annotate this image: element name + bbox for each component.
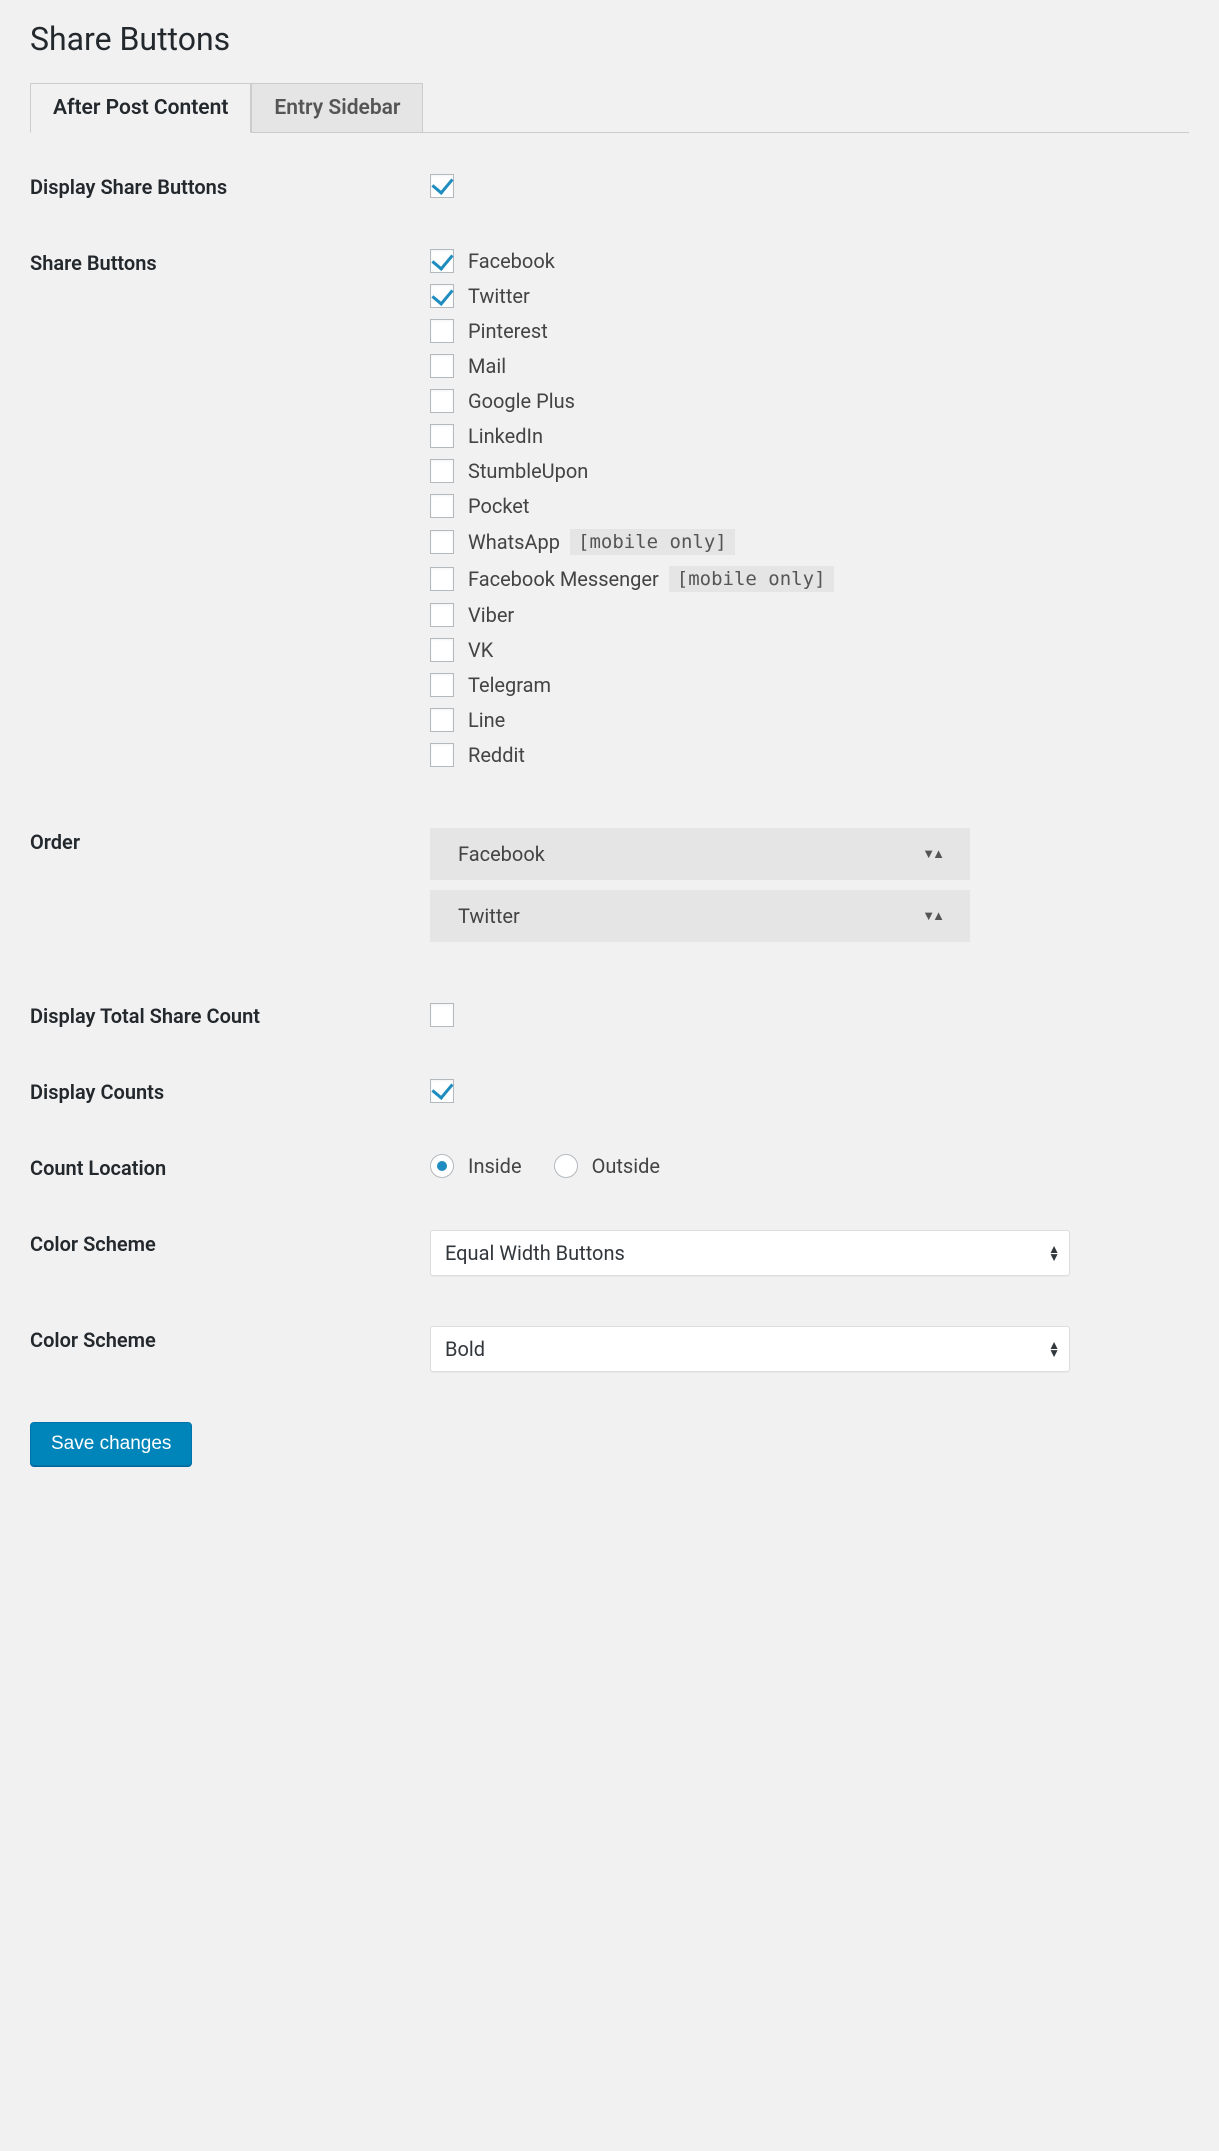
share-button-item: Google Plus (430, 389, 1189, 413)
tabs: After Post Content Entry Sidebar (30, 83, 1189, 133)
share-button-item: Facebook (430, 249, 1189, 273)
sort-handle-icon[interactable]: ▼▲ (922, 846, 942, 862)
share-button-item: Pinterest (430, 319, 1189, 343)
share-button-label: Facebook Messenger (468, 567, 659, 591)
share-button-item: StumbleUpon (430, 459, 1189, 483)
checkbox-share-pinterest[interactable] (430, 319, 454, 343)
order-item[interactable]: Facebook ▼▲ (430, 828, 970, 880)
checkbox-share-vk[interactable] (430, 638, 454, 662)
order-list: Facebook ▼▲ Twitter ▼▲ (430, 828, 1189, 952)
checkbox-share-telegram[interactable] (430, 673, 454, 697)
checkbox-share-google-plus[interactable] (430, 389, 454, 413)
label-count-location: Count Location (30, 1154, 430, 1180)
radio-outside[interactable] (554, 1154, 578, 1178)
label-display-share-buttons: Display Share Buttons (30, 173, 430, 199)
share-button-item: VK (430, 638, 1189, 662)
share-button-label: Pinterest (468, 319, 548, 343)
share-button-item: Mail (430, 354, 1189, 378)
share-button-label: Telegram (468, 673, 551, 697)
share-button-item: Telegram (430, 673, 1189, 697)
share-button-item: Twitter (430, 284, 1189, 308)
checkbox-share-facebook[interactable] (430, 249, 454, 273)
share-button-label: Viber (468, 603, 514, 627)
share-button-label: Pocket (468, 494, 529, 518)
label-display-total-share-count: Display Total Share Count (30, 1002, 430, 1028)
share-button-label: Line (468, 708, 505, 732)
share-button-label: VK (468, 638, 493, 662)
share-button-label: Twitter (468, 284, 530, 308)
share-button-label: StumbleUpon (468, 459, 588, 483)
radio-label-inside: Inside (468, 1154, 522, 1178)
share-button-label: Facebook (468, 249, 555, 273)
checkbox-display-share-buttons[interactable] (430, 174, 454, 198)
checkbox-share-twitter[interactable] (430, 284, 454, 308)
checkbox-display-total-share-count[interactable] (430, 1003, 454, 1027)
radio-inside[interactable] (430, 1154, 454, 1178)
mobile-only-badge: [mobile only] (570, 529, 735, 555)
save-changes-button[interactable]: Save changes (30, 1422, 192, 1466)
label-order: Order (30, 828, 430, 854)
share-button-item: Pocket (430, 494, 1189, 518)
share-button-label: Reddit (468, 743, 525, 767)
share-button-item: Line (430, 708, 1189, 732)
checkbox-share-facebook-messenger[interactable] (430, 567, 454, 591)
label-display-counts: Display Counts (30, 1078, 430, 1104)
page-title: Share Buttons (30, 20, 1189, 58)
share-button-item: Reddit (430, 743, 1189, 767)
tab-after-post-content[interactable]: After Post Content (30, 83, 251, 133)
order-item[interactable]: Twitter ▼▲ (430, 890, 970, 942)
checkbox-share-reddit[interactable] (430, 743, 454, 767)
select-color-scheme[interactable]: Bold (430, 1326, 1070, 1372)
order-item-label: Facebook (458, 842, 545, 866)
checkbox-share-linkedin[interactable] (430, 424, 454, 448)
share-button-label: Mail (468, 354, 506, 378)
sort-handle-icon[interactable]: ▼▲ (922, 908, 942, 924)
share-button-label: LinkedIn (468, 424, 543, 448)
share-button-item: LinkedIn (430, 424, 1189, 448)
label-share-buttons: Share Buttons (30, 249, 430, 275)
share-button-label: WhatsApp (468, 530, 560, 554)
checkbox-share-viber[interactable] (430, 603, 454, 627)
share-button-item: Facebook Messenger [mobile only] (430, 566, 1189, 592)
checkbox-share-pocket[interactable] (430, 494, 454, 518)
label-color-scheme-1: Color Scheme (30, 1230, 430, 1256)
checkbox-share-mail[interactable] (430, 354, 454, 378)
checkbox-share-whatsapp[interactable] (430, 530, 454, 554)
mobile-only-badge: [mobile only] (669, 566, 834, 592)
share-button-item: WhatsApp [mobile only] (430, 529, 1189, 555)
radio-label-outside: Outside (592, 1154, 660, 1178)
share-button-label: Google Plus (468, 389, 575, 413)
share-buttons-list: Facebook Twitter Pinterest Mail Google Plus L… (430, 249, 1189, 767)
select-layout[interactable]: Equal Width Buttons (430, 1230, 1070, 1276)
order-item-label: Twitter (458, 904, 520, 928)
label-color-scheme-2: Color Scheme (30, 1326, 430, 1352)
share-button-item: Viber (430, 603, 1189, 627)
checkbox-share-line[interactable] (430, 708, 454, 732)
checkbox-display-counts[interactable] (430, 1079, 454, 1103)
tab-entry-sidebar[interactable]: Entry Sidebar (251, 83, 423, 132)
checkbox-share-stumbleupon[interactable] (430, 459, 454, 483)
radio-group-count-location: Inside Outside (430, 1154, 1189, 1178)
